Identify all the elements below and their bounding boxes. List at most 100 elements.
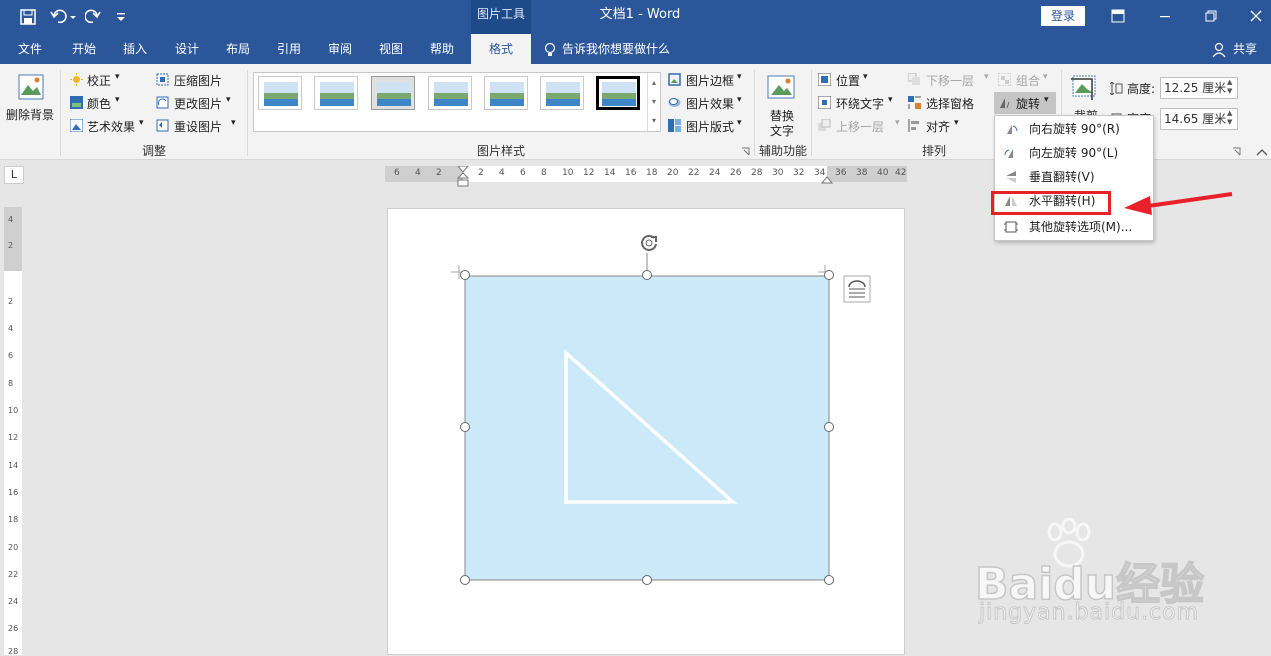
tab-view[interactable]: 视图: [369, 34, 413, 64]
share-icon[interactable]: [1212, 42, 1226, 58]
close-icon[interactable]: [1249, 9, 1263, 23]
resize-handle-se[interactable]: [824, 575, 834, 585]
watermark-url: jingyan.baidu.com: [978, 600, 1200, 626]
tab-design[interactable]: 设计: [165, 34, 209, 64]
picture-effects-button[interactable]: 图片效果: [686, 95, 734, 112]
vertical-ruler[interactable]: 4 2 2 4 6 8 10 12 14 16 18 20 22 24 26 28: [4, 207, 22, 656]
document-page[interactable]: [387, 208, 905, 655]
style-thumb-7[interactable]: [596, 76, 640, 110]
wrap-text-button[interactable]: 环绕文字: [836, 95, 884, 112]
picture-border-button[interactable]: 图片边框: [686, 72, 734, 89]
adjust-group-label: 调整: [141, 144, 166, 158]
tab-insert[interactable]: 插入: [113, 34, 157, 64]
picture-styles-group-label: 图片样式: [476, 144, 525, 158]
alt-text-icon: [767, 75, 795, 99]
wrap-text-icon: [818, 96, 831, 109]
tab-home[interactable]: 开始: [62, 34, 106, 64]
artistic-effects-icon: [70, 119, 83, 132]
watermark: Baidu经验 jingyan.baidu.com: [974, 518, 1255, 638]
alt-text-line2[interactable]: 文字: [770, 122, 794, 139]
ruler-tick-label: 26: [8, 624, 19, 633]
ruler-tick-label: 34: [814, 168, 826, 178]
resize-handle-sw[interactable]: [460, 575, 470, 585]
style-thumb-1[interactable]: [258, 76, 302, 110]
resize-handle-w[interactable]: [460, 422, 470, 432]
compress-pictures-button[interactable]: 压缩图片: [174, 72, 222, 89]
resize-handle-s[interactable]: [642, 575, 652, 585]
ruler-tick-label: 30: [772, 168, 784, 178]
rotate-left-icon: [1004, 149, 1013, 158]
reset-picture-button[interactable]: 重设图片: [174, 118, 222, 135]
resize-handle-nw[interactable]: [460, 270, 470, 280]
tab-file[interactable]: 文件: [8, 34, 52, 64]
share-button[interactable]: 共享: [1229, 34, 1261, 64]
login-button[interactable]: 登录: [1041, 6, 1085, 26]
indent-marker[interactable]: [457, 166, 469, 190]
customize-icon[interactable]: [115, 10, 127, 24]
style-thumb-4[interactable]: [428, 76, 472, 110]
style-thumb-2[interactable]: [314, 76, 358, 110]
redo-icon[interactable]: [85, 9, 101, 25]
horizontal-ruler[interactable]: 6 4 2 2 4 6 8 10 12 14 16 18 20 22 24 26 28 30 32 34 36 38 40 4…: [385, 166, 907, 187]
selection-pane-button[interactable]: 选择窗格: [926, 95, 974, 112]
ruler-tick-label: 14: [8, 461, 19, 470]
flip-vertical-icon: [1006, 171, 1016, 183]
menu-item-more-rotation[interactable]: 其他旋转选项(M)...: [995, 216, 1153, 238]
align-button[interactable]: 对齐: [926, 118, 950, 135]
menu-item-rotate-right[interactable]: 向右旋转 90°(R): [995, 118, 1153, 140]
collapse-ribbon-icon[interactable]: [1256, 148, 1268, 156]
size-launcher-icon[interactable]: [1232, 147, 1241, 156]
ruler-tick-label: 10: [8, 406, 19, 415]
ruler-tick-label: 24: [8, 597, 19, 606]
resize-handle-ne[interactable]: [824, 270, 834, 280]
color-button[interactable]: 颜色: [87, 95, 111, 112]
save-icon[interactable]: [20, 9, 36, 25]
bring-forward-button[interactable]: 上移一层: [836, 118, 884, 135]
ruler-tick-label: 4: [8, 215, 14, 224]
undo-icon[interactable]: [50, 9, 76, 25]
ruler-tick-label: 6: [8, 351, 14, 360]
group-button[interactable]: 组合: [1016, 72, 1040, 89]
restore-icon[interactable]: [1204, 9, 1218, 23]
picture-effects-icon: [668, 98, 681, 107]
ruler-tick-label: 12: [8, 433, 19, 442]
width-spinner[interactable]: ▲ ▼: [1227, 109, 1232, 127]
menu-item-rotate-left[interactable]: 向左旋转 90°(L): [995, 142, 1153, 164]
ribbon-display-icon[interactable]: [1111, 9, 1125, 23]
remove-background-icon: [18, 74, 44, 100]
picture-layout-button[interactable]: 图片版式: [686, 118, 734, 135]
style-thumb-3[interactable]: [371, 76, 415, 110]
style-thumb-6[interactable]: [540, 76, 584, 110]
align-icon: [908, 119, 919, 132]
send-backward-button[interactable]: 下移一层: [926, 72, 974, 89]
tab-help[interactable]: 帮助: [420, 34, 464, 64]
styles-launcher-icon[interactable]: [741, 147, 750, 156]
gallery-scroll[interactable]: ▴ ▾ ▾: [647, 73, 660, 131]
layout-options-icon[interactable]: [843, 275, 871, 303]
rotation-handle-icon[interactable]: [638, 232, 660, 254]
ruler-tick-label: 6: [520, 168, 526, 178]
tab-layout[interactable]: 布局: [216, 34, 260, 64]
tab-references[interactable]: 引用: [267, 34, 311, 64]
tab-selector[interactable]: L: [4, 166, 24, 184]
resize-handle-e[interactable]: [824, 422, 834, 432]
corrections-button[interactable]: 校正: [87, 72, 111, 89]
ruler-tick-label: 6: [394, 168, 400, 178]
change-picture-button[interactable]: 更改图片: [174, 95, 222, 112]
tab-review[interactable]: 审阅: [318, 34, 362, 64]
position-button[interactable]: 位置: [836, 72, 860, 89]
selection-pane-icon: [908, 96, 921, 109]
artistic-effects-button[interactable]: 艺术效果: [87, 118, 135, 135]
tab-format[interactable]: 格式: [471, 34, 531, 64]
style-thumb-5[interactable]: [484, 76, 528, 110]
tell-me-input[interactable]: 告诉我你想要做什么: [562, 34, 682, 64]
ruler-tick-label: 8: [8, 379, 14, 388]
ruler-tick-label: 38: [856, 168, 868, 178]
menu-item-flip-vertical[interactable]: 垂直翻转(V): [995, 166, 1153, 188]
minimize-icon[interactable]: [1158, 9, 1172, 23]
ruler-tick-label: 16: [8, 488, 19, 497]
ruler-tick-label: 8: [541, 168, 547, 178]
height-spinner[interactable]: ▲ ▼: [1227, 78, 1232, 96]
remove-background-button[interactable]: 删除背景: [6, 106, 54, 123]
resize-handle-n[interactable]: [642, 270, 652, 280]
